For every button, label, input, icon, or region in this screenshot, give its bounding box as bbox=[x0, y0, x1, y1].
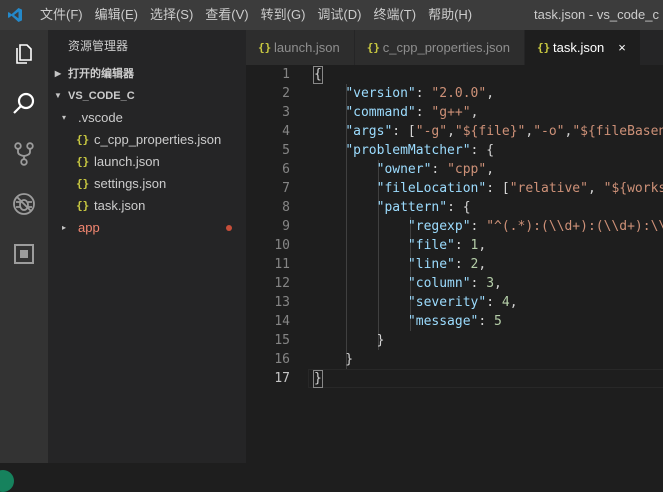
open-editors-section[interactable]: ▶ 打开的编辑器 bbox=[48, 63, 246, 85]
activity-bar bbox=[0, 30, 48, 492]
json-file-icon: {} bbox=[258, 41, 272, 54]
json-file-icon: {} bbox=[366, 41, 381, 54]
menu-help[interactable]: 帮助(H) bbox=[422, 0, 478, 30]
code-line: "command": "g++", bbox=[345, 105, 479, 120]
tree-file-task[interactable]: {} task.json bbox=[48, 195, 246, 217]
line-number: 6 bbox=[282, 162, 290, 177]
code-line: "line": 2, bbox=[407, 257, 487, 272]
tree-folder-vscode[interactable]: ▾ .vscode bbox=[48, 107, 246, 129]
folder-label: .vscode bbox=[78, 110, 123, 125]
open-editors-label: 打开的编辑器 bbox=[68, 68, 134, 80]
code-line: { bbox=[314, 67, 322, 82]
tab-label: c_cpp_properties.json bbox=[382, 40, 510, 55]
file-label: c_cpp_properties.json bbox=[94, 132, 222, 147]
line-number: 8 bbox=[282, 200, 290, 215]
menu-debug[interactable]: 调试(D) bbox=[311, 0, 367, 30]
chevron-right-icon: ▶ bbox=[54, 69, 62, 78]
code-editor[interactable]: 1 2 3 4 5 6 7 8 9 10 11 12 13 14 15 16 1… bbox=[246, 65, 663, 463]
code-line: "fileLocation": ["relative", "${worksp bbox=[376, 181, 663, 196]
extensions-icon[interactable] bbox=[0, 230, 48, 278]
file-label: launch.json bbox=[94, 154, 160, 169]
line-number: 14 bbox=[274, 314, 290, 329]
tree-file-settings[interactable]: {} settings.json bbox=[48, 173, 246, 195]
line-number: 3 bbox=[282, 105, 290, 120]
json-file-icon: {} bbox=[76, 133, 90, 146]
menu-selection[interactable]: 选择(S) bbox=[144, 0, 199, 30]
line-number: 17 bbox=[274, 371, 290, 386]
code-line: } bbox=[314, 371, 322, 386]
title-bar: 文件(F) 编辑(E) 选择(S) 查看(V) 转到(G) 调试(D) 终端(T… bbox=[0, 0, 663, 30]
line-number: 12 bbox=[274, 276, 290, 291]
line-number: 1 bbox=[282, 67, 290, 82]
line-number: 16 bbox=[274, 352, 290, 367]
sidebar-title: 资源管理器 bbox=[68, 39, 129, 53]
line-number: 11 bbox=[274, 257, 290, 272]
debug-icon[interactable] bbox=[0, 180, 48, 228]
tab-label: launch.json bbox=[274, 40, 340, 55]
explorer-icon[interactable] bbox=[0, 30, 48, 78]
tab-c-cpp-properties-json[interactable]: {} c_cpp_properties.json bbox=[354, 30, 525, 65]
code-line: "regexp": "^(.*):(\\d+):(\\d+):\\s bbox=[407, 219, 663, 234]
line-number: 9 bbox=[282, 219, 290, 234]
workspace-label: VS_CODE_C bbox=[68, 90, 135, 102]
editor-tabs: {} launch.json {} c_cpp_properties.json … bbox=[246, 30, 663, 65]
menu-edit[interactable]: 编辑(E) bbox=[89, 0, 144, 30]
explorer-sidebar: 资源管理器 ▶ 打开的编辑器 ▼ VS_CODE_C ▾ .vscode {} … bbox=[48, 30, 246, 463]
line-number-gutter: 1 2 3 4 5 6 7 8 9 10 11 12 13 14 15 16 1… bbox=[246, 65, 290, 388]
tab-launch-json[interactable]: {} launch.json bbox=[246, 30, 355, 65]
code-line: "problemMatcher": { bbox=[345, 143, 495, 158]
menu-bar: 文件(F) 编辑(E) 选择(S) 查看(V) 转到(G) 调试(D) 终端(T… bbox=[30, 0, 478, 30]
line-number: 7 bbox=[282, 181, 290, 196]
modified-indicator bbox=[226, 225, 232, 231]
line-number: 5 bbox=[282, 143, 290, 158]
status-badge bbox=[0, 470, 14, 492]
workspace-section[interactable]: ▼ VS_CODE_C bbox=[48, 85, 246, 107]
code-line: "message": 5 bbox=[407, 314, 502, 329]
code-line: } bbox=[314, 333, 385, 348]
window-title: task.json - vs_code_c bbox=[533, 7, 659, 22]
menu-go[interactable]: 转到(G) bbox=[255, 0, 312, 30]
folder-label: app bbox=[78, 220, 100, 235]
close-icon[interactable]: × bbox=[618, 40, 626, 55]
menu-terminal[interactable]: 终端(T) bbox=[367, 0, 422, 30]
code-line: "pattern": { bbox=[376, 200, 471, 215]
json-file-icon: {} bbox=[76, 177, 90, 190]
tree-folder-app[interactable]: ▸ app bbox=[48, 217, 246, 239]
json-file-icon: {} bbox=[76, 155, 90, 168]
tree-file-launch[interactable]: {} launch.json bbox=[48, 151, 246, 173]
chevron-right-icon: ▸ bbox=[62, 223, 67, 232]
source-control-icon[interactable] bbox=[0, 130, 48, 178]
file-label: task.json bbox=[94, 198, 146, 213]
code-line: "file": 1, bbox=[407, 238, 487, 253]
code-line: "column": 3, bbox=[407, 276, 502, 291]
code-line: "owner": "cpp", bbox=[376, 162, 495, 177]
line-number: 2 bbox=[282, 86, 290, 101]
vscode-logo-icon bbox=[0, 0, 30, 30]
line-number: 4 bbox=[282, 124, 290, 139]
tab-label: task.json bbox=[552, 40, 605, 55]
menu-file[interactable]: 文件(F) bbox=[30, 0, 89, 30]
code-line: } bbox=[314, 352, 354, 367]
tab-task-json[interactable]: {} task.json × bbox=[524, 30, 641, 65]
code-content[interactable]: { "version": "2.0.0", "command": "g++", … bbox=[314, 65, 663, 388]
json-file-icon: {} bbox=[76, 199, 90, 212]
code-line: "version": "2.0.0", bbox=[345, 86, 495, 101]
search-icon[interactable] bbox=[0, 80, 48, 128]
line-number: 10 bbox=[274, 238, 290, 253]
line-number: 13 bbox=[274, 295, 290, 310]
tree-file-c-cpp-properties[interactable]: {} c_cpp_properties.json bbox=[48, 129, 246, 151]
code-line: "args": ["-g","${file}","-o","${fileBase… bbox=[345, 124, 663, 139]
menu-view[interactable]: 查看(V) bbox=[199, 0, 254, 30]
chevron-down-icon: ▼ bbox=[54, 91, 62, 100]
chevron-down-icon: ▾ bbox=[62, 113, 67, 122]
line-number: 15 bbox=[274, 333, 290, 348]
file-label: settings.json bbox=[94, 176, 167, 191]
json-file-icon: {} bbox=[536, 41, 551, 54]
code-line: "severity": 4, bbox=[407, 295, 518, 310]
